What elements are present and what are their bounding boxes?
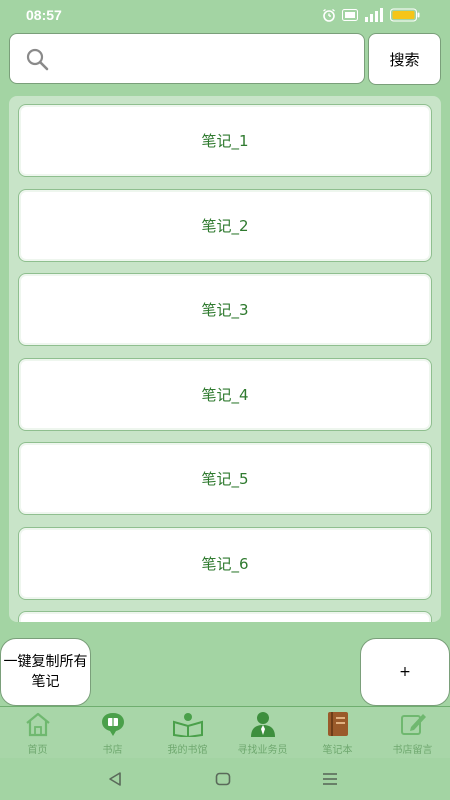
status-icons <box>322 8 420 22</box>
nav-label: 首页 <box>27 745 48 756</box>
note-item[interactable]: 笔记_2 <box>18 188 432 262</box>
note-label: 笔记_5 <box>201 470 249 488</box>
search-icon <box>25 47 49 75</box>
home-square-icon[interactable] <box>214 770 232 792</box>
note-label: 笔记_3 <box>201 301 249 319</box>
signal-icon <box>364 8 384 22</box>
nav-item-my-library[interactable]: 我的书馆 <box>150 707 225 758</box>
nav-item-message[interactable]: 书店留言 <box>375 707 450 758</box>
back-icon[interactable] <box>106 770 124 792</box>
battery-icon <box>390 8 420 22</box>
nav-label: 书店留言 <box>392 745 433 756</box>
note-item[interactable]: 笔记_3 <box>18 273 432 346</box>
nav-label: 书店 <box>102 745 123 756</box>
home-icon <box>24 711 52 737</box>
nav-item-find-salesperson[interactable]: 寻找业务员 <box>225 707 300 758</box>
bottom-nav: 首页 书店 我的书馆 寻找业务员 笔记本 书店留言 <box>0 706 450 758</box>
note-item[interactable]: 笔记_5 <box>18 442 432 515</box>
alarm-icon <box>322 8 336 22</box>
library-icon <box>172 711 204 737</box>
search-input[interactable] <box>60 42 354 78</box>
status-bar: 08:57 <box>0 0 450 32</box>
search-box[interactable] <box>9 33 365 84</box>
nav-label: 寻找业务员 <box>237 745 288 756</box>
bookstore-icon <box>100 711 126 737</box>
nav-item-bookstore[interactable]: 书店 <box>75 707 150 758</box>
nav-label: 笔记本 <box>322 745 353 756</box>
note-item[interactable] <box>18 611 432 622</box>
note-label: 笔记_4 <box>201 385 249 404</box>
notes-list: 笔记_1 笔记_2 笔记_3 笔记_4 笔记_5 笔记_6 <box>18 104 432 622</box>
nav-label: 我的书馆 <box>167 745 208 756</box>
nav-item-notebook[interactable]: 笔记本 <box>300 707 375 758</box>
note-label: 笔记_1 <box>201 132 249 150</box>
note-label: 笔记_6 <box>201 554 249 573</box>
note-label: 笔记_2 <box>201 216 249 235</box>
note-item[interactable]: 笔记_4 <box>18 357 432 431</box>
hd-icon <box>342 9 358 21</box>
note-item[interactable]: 笔记_6 <box>18 526 432 600</box>
copy-all-notes-button[interactable]: 一键复制所有笔记 <box>0 638 91 706</box>
menu-icon[interactable] <box>321 770 339 792</box>
note-item[interactable]: 笔记_1 <box>18 104 432 177</box>
status-time: 08:57 <box>26 7 62 23</box>
search-button[interactable]: 搜索 <box>368 33 441 85</box>
notes-list-panel[interactable]: 笔记_1 笔记_2 笔记_3 笔记_4 笔记_5 笔记_6 <box>9 96 441 622</box>
message-icon <box>399 711 427 737</box>
salesperson-icon <box>248 711 278 737</box>
notebook-icon <box>327 711 349 737</box>
system-nav-bar <box>0 758 450 800</box>
nav-item-home[interactable]: 首页 <box>0 707 75 758</box>
add-note-button[interactable]: + <box>360 638 450 706</box>
